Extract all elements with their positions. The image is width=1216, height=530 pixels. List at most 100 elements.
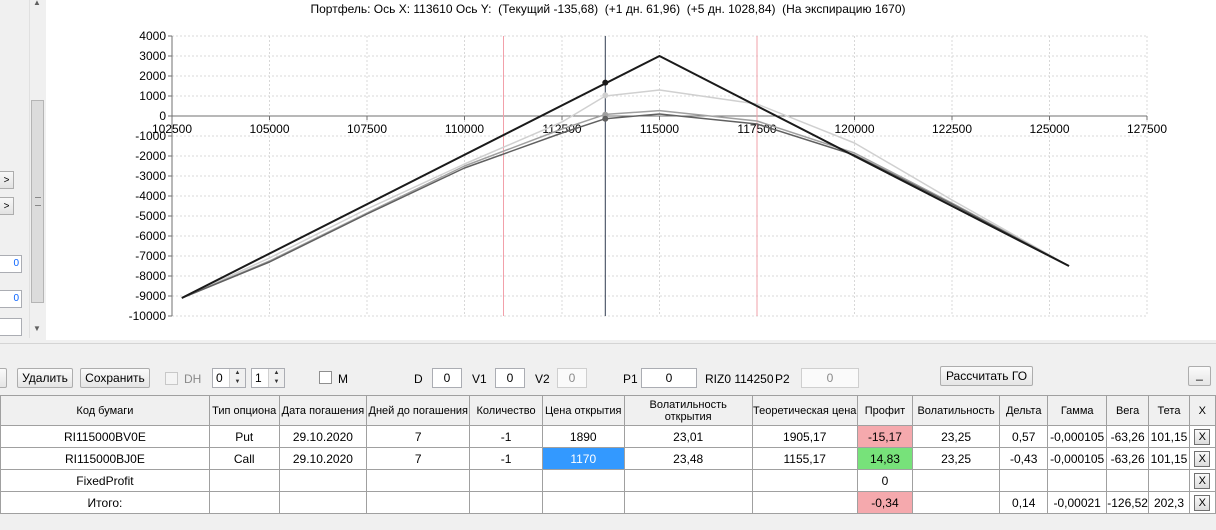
clipped-button[interactable] <box>0 368 7 388</box>
cell[interactable]: -63,26 <box>1105 425 1150 448</box>
cell[interactable]: Call <box>208 447 280 470</box>
cell[interactable] <box>912 469 1000 492</box>
col-header[interactable]: Волатильность открытия <box>623 395 753 426</box>
left-field-1[interactable]: 0 <box>0 255 22 273</box>
cell[interactable] <box>998 469 1049 492</box>
remove-row-button[interactable]: X <box>1194 450 1211 467</box>
profit-cell[interactable]: -15,17 <box>856 425 914 448</box>
cell[interactable]: 7 <box>366 425 471 448</box>
cell[interactable]: 1890 <box>541 425 625 448</box>
cell[interactable]: 202,3 <box>1148 491 1190 514</box>
col-header[interactable]: Код бумаги <box>0 395 210 426</box>
cell[interactable]: -0,000105 <box>1047 425 1107 448</box>
col-header[interactable]: Волатильность <box>912 395 1000 426</box>
cell[interactable]: 1905,17 <box>751 425 858 448</box>
totals-row[interactable]: Итого: -0,34 0,14 -0,00021 -126,52 202,3… <box>0 491 1216 514</box>
cell[interactable]: 0,57 <box>998 425 1049 448</box>
spin-down-icon[interactable]: ▼ <box>230 378 245 387</box>
cell[interactable]: Put <box>208 425 280 448</box>
cell[interactable] <box>469 469 543 492</box>
col-header[interactable]: Профит <box>856 395 914 426</box>
cell[interactable]: -0,43 <box>998 447 1049 470</box>
cell[interactable]: -0,000105 <box>1047 447 1107 470</box>
cell[interactable]: FixedProfit <box>0 469 210 492</box>
cell[interactable]: 23,01 <box>623 425 753 448</box>
cell[interactable]: RI115000BV0E <box>0 425 210 448</box>
spin-up-icon[interactable]: ▲ <box>230 369 245 378</box>
v2-field[interactable]: 0 <box>557 368 587 388</box>
cell[interactable] <box>541 491 625 514</box>
p2-field[interactable]: 0 <box>801 368 859 388</box>
spin-input-1[interactable]: 0 ▲ ▼ <box>212 368 246 388</box>
cell[interactable] <box>208 469 280 492</box>
col-header[interactable]: Количество <box>469 395 543 426</box>
cell[interactable] <box>366 469 471 492</box>
m-checkbox[interactable] <box>319 371 332 384</box>
cell[interactable] <box>751 491 858 514</box>
cell[interactable]: -1 <box>469 447 543 470</box>
cell[interactable]: RI115000BJ0E <box>0 447 210 470</box>
col-header[interactable]: Цена открытия <box>541 395 625 426</box>
cell[interactable]: 23,48 <box>623 447 753 470</box>
cell[interactable] <box>912 491 1000 514</box>
scrollbar-thumb[interactable] <box>31 100 44 303</box>
selected-cell[interactable]: 1170 <box>541 447 625 470</box>
cell[interactable] <box>623 491 753 514</box>
expand-button-2[interactable]: > <box>0 197 14 215</box>
d-field[interactable]: 0 <box>432 368 462 388</box>
cell[interactable] <box>469 491 543 514</box>
col-header[interactable]: Дельта <box>998 395 1049 426</box>
dh-checkbox[interactable] <box>165 372 178 385</box>
table-row[interactable]: FixedProfit 0 X <box>0 469 1216 492</box>
cell[interactable]: Итого: <box>0 491 210 514</box>
expand-button-1[interactable]: > <box>0 171 14 189</box>
profit-cell[interactable]: 0 <box>856 469 914 492</box>
scroll-up-arrow-icon[interactable]: ▲ <box>33 0 41 7</box>
col-header[interactable]: Дата погашения <box>278 395 368 426</box>
save-button[interactable]: Сохранить <box>80 368 150 388</box>
cell[interactable] <box>1047 469 1107 492</box>
p1-field[interactable]: 0 <box>641 368 697 388</box>
cell[interactable] <box>278 469 368 492</box>
cell[interactable]: -126,52 <box>1105 491 1150 514</box>
cell[interactable]: -63,26 <box>1105 447 1150 470</box>
cell[interactable] <box>366 491 471 514</box>
cell[interactable]: -1 <box>469 425 543 448</box>
cell[interactable]: 29.10.2020 <box>278 425 368 448</box>
col-header[interactable]: Теоретическая цена <box>751 395 858 426</box>
remove-row-button[interactable]: X <box>1194 494 1211 511</box>
cell[interactable] <box>623 469 753 492</box>
cell[interactable]: 23,25 <box>912 425 1000 448</box>
col-header[interactable]: Гамма <box>1047 395 1107 426</box>
cell[interactable]: 1155,17 <box>751 447 858 470</box>
profit-cell[interactable]: -0,34 <box>856 491 914 514</box>
cell[interactable] <box>751 469 858 492</box>
payoff-chart[interactable]: 40003000200010000-1000-2000-3000-4000-50… <box>46 0 1216 340</box>
spin-up-icon[interactable]: ▲ <box>269 369 284 378</box>
minimize-button[interactable]: _ <box>1188 366 1211 386</box>
cell[interactable]: -0,00021 <box>1047 491 1107 514</box>
col-header[interactable]: Тип опциона <box>208 395 280 426</box>
cell[interactable] <box>278 491 368 514</box>
cell[interactable] <box>208 491 280 514</box>
v1-field[interactable]: 0 <box>495 368 525 388</box>
cell[interactable] <box>1105 469 1150 492</box>
remove-row-button[interactable]: X <box>1194 428 1211 445</box>
remove-row-button[interactable]: X <box>1194 472 1211 489</box>
profit-cell[interactable]: 14,83 <box>856 447 914 470</box>
scroll-down-arrow-icon[interactable]: ▼ <box>33 324 41 333</box>
cell[interactable] <box>1148 469 1190 492</box>
cell[interactable]: 101,15 <box>1148 447 1190 470</box>
cell[interactable]: 0,14 <box>998 491 1049 514</box>
cell[interactable]: 7 <box>366 447 471 470</box>
spin-down-icon[interactable]: ▼ <box>269 378 284 387</box>
left-field-3[interactable] <box>0 318 22 336</box>
table-row[interactable]: RI115000BV0E Put 29.10.2020 7 -1 1890 23… <box>0 425 1216 448</box>
left-field-2[interactable]: 0 <box>0 290 22 308</box>
cell[interactable]: 29.10.2020 <box>278 447 368 470</box>
cell[interactable]: 23,25 <box>912 447 1000 470</box>
cell[interactable]: 101,15 <box>1148 425 1190 448</box>
delete-button[interactable]: Удалить <box>17 368 73 388</box>
col-header[interactable]: Вега <box>1105 395 1150 426</box>
calc-go-button[interactable]: Рассчитать ГО <box>940 366 1033 386</box>
